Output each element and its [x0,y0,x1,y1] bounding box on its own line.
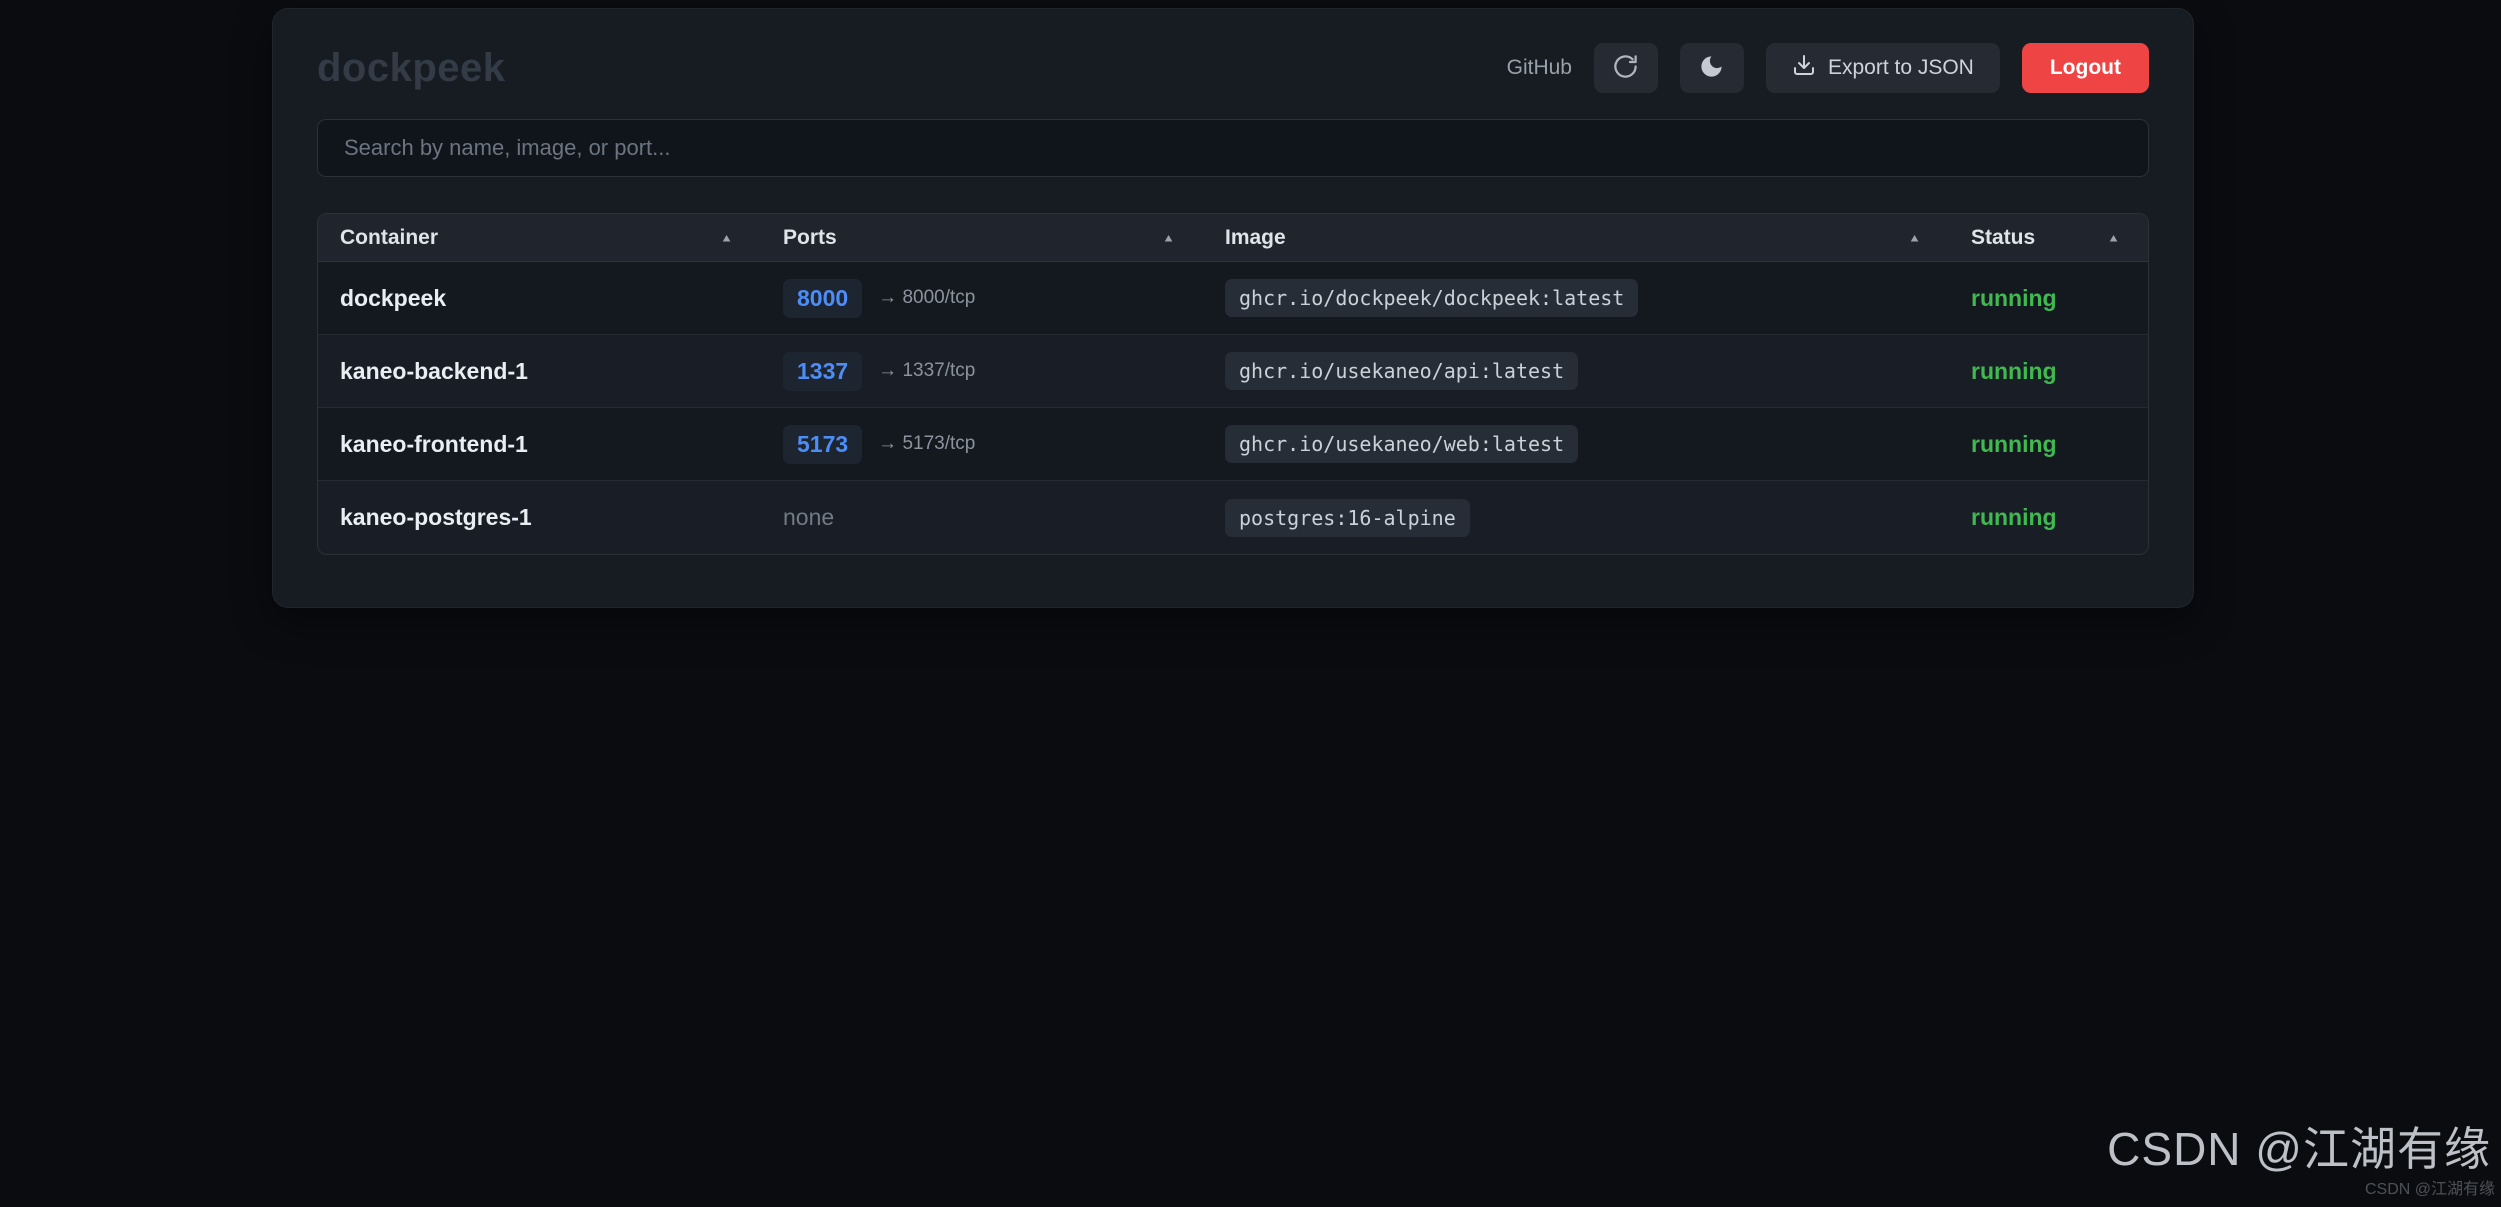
export-json-button[interactable]: Export to JSON [1766,43,2000,93]
search-input[interactable] [317,119,2149,177]
column-header-status[interactable]: Status ▲ [1949,226,2148,250]
container-cell: kaneo-postgres-1 [318,504,761,531]
status-badge: running [1971,431,2057,458]
image-chip: ghcr.io/dockpeek/dockpeek:latest [1225,279,1638,317]
status-badge: running [1971,358,2057,385]
ports-cell: 5173 → 5173/tcp [761,425,1203,464]
ports-cell: 8000 → 8000/tcp [761,279,1203,318]
container-name: dockpeek [340,285,446,312]
status-cell: running [1949,285,2148,312]
table-row: kaneo-postgres-1 none postgres:16-alpine… [318,481,2148,554]
port-badge[interactable]: 1337 [783,352,862,391]
watermark-small-text: CSDN @江湖有缘 [2365,1175,2495,1199]
refresh-button[interactable] [1594,43,1658,93]
ports-cell: none [761,498,1203,537]
port-badge[interactable]: 5173 [783,425,862,464]
table-header-row: Container ▲ Ports ▲ Image ▲ Status ▲ [318,214,2148,262]
github-link[interactable]: GitHub [1507,56,1572,80]
header-actions: GitHub [1507,43,2149,93]
image-cell: ghcr.io/usekaneo/web:latest [1203,425,1949,463]
refresh-icon [1612,53,1639,83]
image-cell: ghcr.io/usekaneo/api:latest [1203,352,1949,390]
container-name: kaneo-backend-1 [340,358,528,385]
search-bar [317,119,2149,177]
image-chip: postgres:16-alpine [1225,499,1470,537]
table-row: dockpeek 8000 → 8000/tcp ghcr.io/dockpee… [318,262,2148,335]
column-label: Status [1971,226,2035,250]
ports-cell: 1337 → 1337/tcp [761,352,1203,391]
export-icon [1792,53,1816,83]
table-row: kaneo-backend-1 1337 → 1337/tcp ghcr.io/… [318,335,2148,408]
containers-table: Container ▲ Ports ▲ Image ▲ Status ▲ doc… [317,213,2149,555]
port-mapping: → 5173/tcp [878,433,975,455]
image-chip: ghcr.io/usekaneo/web:latest [1225,425,1578,463]
sort-asc-icon: ▲ [2107,231,2120,244]
container-cell: kaneo-frontend-1 [318,431,761,458]
app-header: dockpeek GitHub [317,9,2149,93]
logout-button[interactable]: Logout [2022,43,2149,93]
column-label: Ports [783,226,837,250]
sort-asc-icon: ▲ [1908,231,1921,244]
column-header-image[interactable]: Image ▲ [1203,226,1949,250]
port-mapping: → 8000/tcp [878,287,975,309]
column-header-ports[interactable]: Ports ▲ [761,226,1203,250]
sort-asc-icon: ▲ [720,231,733,244]
column-label: Container [340,226,438,250]
watermark-text: CSDN @江湖有缘 [2107,1113,2491,1179]
status-cell: running [1949,504,2148,531]
column-header-container[interactable]: Container ▲ [318,226,761,250]
port-badge: none [783,498,848,537]
status-cell: running [1949,431,2148,458]
column-label: Image [1225,226,1286,250]
image-chip: ghcr.io/usekaneo/api:latest [1225,352,1578,390]
container-name: kaneo-frontend-1 [340,431,528,458]
container-cell: dockpeek [318,285,761,312]
table-row: kaneo-frontend-1 5173 → 5173/tcp ghcr.io… [318,408,2148,481]
status-badge: running [1971,504,2057,531]
container-name: kaneo-postgres-1 [340,504,532,531]
app-logo: dockpeek [317,46,506,91]
table-body: dockpeek 8000 → 8000/tcp ghcr.io/dockpee… [318,262,2148,554]
sort-asc-icon: ▲ [1162,231,1175,244]
status-cell: running [1949,358,2148,385]
image-cell: ghcr.io/dockpeek/dockpeek:latest [1203,279,1949,317]
container-cell: kaneo-backend-1 [318,358,761,385]
export-button-label: Export to JSON [1828,56,1974,80]
image-cell: postgres:16-alpine [1203,499,1949,537]
theme-toggle-button[interactable] [1680,43,1744,93]
status-badge: running [1971,285,2057,312]
moon-icon [1698,53,1725,83]
port-mapping: → 1337/tcp [878,360,975,382]
main-panel: dockpeek GitHub [272,8,2194,608]
port-badge[interactable]: 8000 [783,279,862,318]
